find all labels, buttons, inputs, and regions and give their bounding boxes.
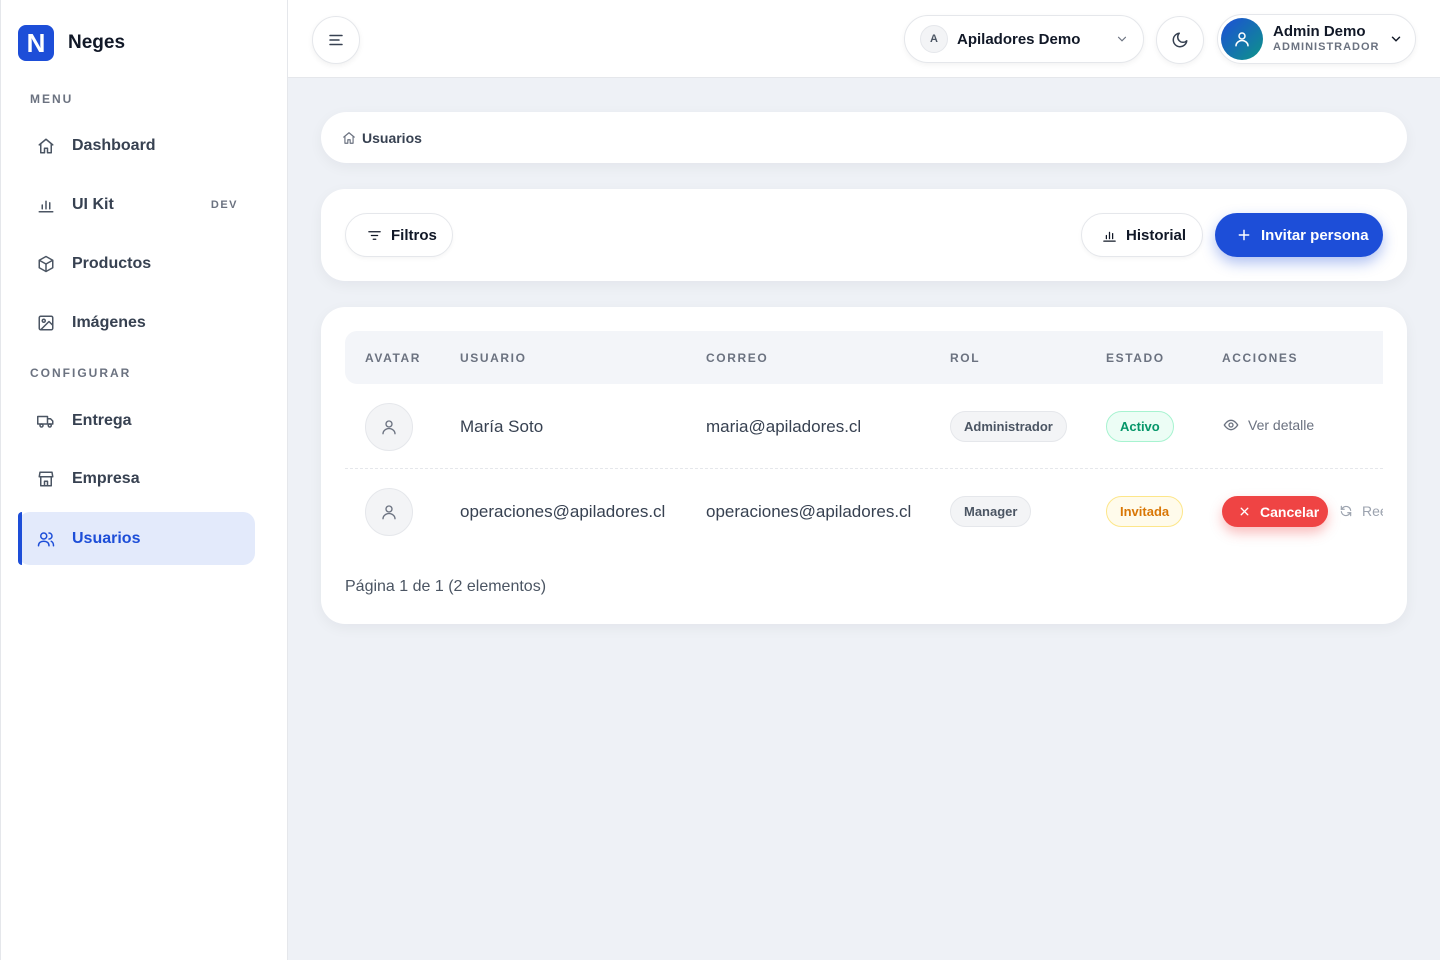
menu-toggle-button[interactable] bbox=[312, 16, 360, 64]
table-row: María Soto maria@apiladores.cl Administr… bbox=[345, 384, 1383, 469]
status-badge: Invitada bbox=[1106, 496, 1184, 527]
column-header-rol[interactable]: ROL bbox=[950, 351, 980, 365]
role-badge: Manager bbox=[950, 496, 1032, 527]
store-icon bbox=[37, 470, 55, 488]
column-header-estado[interactable]: ESTADO bbox=[1106, 351, 1165, 365]
home-icon[interactable] bbox=[342, 131, 356, 145]
avatar bbox=[365, 488, 413, 536]
filter-icon bbox=[367, 228, 382, 243]
dev-badge: DEV bbox=[210, 198, 238, 211]
brand[interactable]: N Neges bbox=[18, 25, 125, 61]
pagination-info: Página 1 de 1 (2 elementos) bbox=[345, 578, 547, 595]
column-header-avatar: AVATAR bbox=[365, 351, 422, 365]
invite-label: Invitar persona bbox=[1261, 226, 1369, 244]
avatar bbox=[365, 403, 413, 451]
sidebar-item-label: Entrega bbox=[72, 411, 132, 429]
chart-icon bbox=[1102, 228, 1117, 243]
sidebar-item-entrega[interactable]: Entrega bbox=[18, 394, 255, 447]
company-name: Apiladores Demo bbox=[957, 30, 1081, 48]
user-avatar bbox=[1221, 18, 1263, 60]
table-row: operaciones@apiladores.cl operaciones@ap… bbox=[345, 469, 1383, 554]
sidebar-item-label: Imágenes bbox=[72, 313, 146, 331]
image-icon bbox=[37, 314, 55, 332]
invite-person-button[interactable]: Invitar persona bbox=[1215, 213, 1383, 257]
brand-logo: N bbox=[18, 25, 54, 61]
sidebar-item-ui-kit[interactable]: UI Kit DEV bbox=[18, 178, 255, 231]
refresh-icon bbox=[1339, 504, 1353, 518]
theme-toggle-button[interactable] bbox=[1156, 16, 1204, 64]
sidebar-item-label: Usuarios bbox=[72, 529, 141, 547]
close-icon bbox=[1238, 505, 1251, 518]
resend-label: Ree bbox=[1362, 503, 1383, 519]
sidebar-item-productos[interactable]: Productos bbox=[18, 237, 255, 290]
toolbar: Filtros Historial Invitar persona bbox=[321, 189, 1407, 281]
menu-icon bbox=[327, 31, 345, 49]
filters-button[interactable]: Filtros bbox=[345, 213, 453, 257]
top-header: A Apiladores Demo Admin Demo ADMINISTRAD… bbox=[288, 0, 1440, 78]
cancel-label: Cancelar bbox=[1260, 503, 1320, 520]
sidebar-item-usuarios[interactable]: Usuarios bbox=[18, 512, 255, 565]
sidebar: N Neges MENU Dashboard UI Kit DEV Produc… bbox=[0, 0, 288, 960]
users-table-card: AVATAR USUARIO CORREO ROL ESTADO ACCIONE… bbox=[321, 307, 1407, 624]
sidebar-item-label: Empresa bbox=[72, 469, 140, 487]
moon-icon bbox=[1171, 31, 1189, 49]
home-icon bbox=[37, 137, 55, 155]
user-info: Admin Demo ADMINISTRADOR bbox=[1273, 24, 1380, 54]
cancel-invite-button[interactable]: Cancelar bbox=[1222, 496, 1328, 527]
sidebar-item-dashboard[interactable]: Dashboard bbox=[18, 119, 255, 172]
breadcrumb-current: Usuarios bbox=[362, 129, 422, 146]
user-role: ADMINISTRADOR bbox=[1273, 41, 1380, 53]
section-label-configurar: CONFIGURAR bbox=[30, 366, 132, 380]
column-header-usuario[interactable]: USUARIO bbox=[460, 351, 527, 365]
filters-label: Filtros bbox=[391, 226, 437, 244]
company-select[interactable]: A Apiladores Demo bbox=[904, 15, 1144, 63]
chevron-down-icon bbox=[1389, 32, 1403, 51]
user-name: Admin Demo bbox=[1273, 23, 1366, 40]
user-name-cell: María Soto bbox=[460, 417, 544, 436]
email-cell: maria@apiladores.cl bbox=[706, 417, 862, 436]
column-header-acciones: ACCIONES bbox=[1222, 351, 1299, 365]
status-badge: Activo bbox=[1106, 411, 1174, 442]
brand-name: Neges bbox=[68, 32, 126, 53]
history-button[interactable]: Historial bbox=[1081, 213, 1203, 257]
eye-icon bbox=[1223, 417, 1239, 433]
plus-icon bbox=[1237, 228, 1251, 242]
breadcrumb: Usuarios bbox=[321, 112, 1407, 163]
user-name-cell: operaciones@apiladores.cl bbox=[460, 502, 666, 521]
view-detail-label: Ver detalle bbox=[1248, 417, 1315, 433]
column-header-correo[interactable]: CORREO bbox=[706, 351, 768, 365]
view-detail-link[interactable]: Ver detalle bbox=[1223, 417, 1314, 433]
sidebar-item-label: Dashboard bbox=[72, 136, 156, 154]
chart-icon bbox=[37, 196, 55, 214]
sidebar-item-empresa[interactable]: Empresa bbox=[18, 452, 255, 505]
history-label: Historial bbox=[1126, 226, 1187, 244]
email-cell: operaciones@apiladores.cl bbox=[706, 502, 912, 521]
box-icon bbox=[37, 255, 55, 273]
sidebar-item-label: UI Kit bbox=[72, 195, 114, 213]
sidebar-item-imagenes[interactable]: Imágenes bbox=[18, 296, 255, 349]
chevron-down-icon bbox=[1115, 32, 1129, 51]
users-icon bbox=[37, 530, 55, 548]
section-label-menu: MENU bbox=[30, 92, 74, 106]
table-header: AVATAR USUARIO CORREO ROL ESTADO ACCIONE… bbox=[345, 331, 1383, 384]
resend-invite-link[interactable]: Ree bbox=[1339, 503, 1383, 519]
user-menu[interactable]: Admin Demo ADMINISTRADOR bbox=[1217, 14, 1416, 64]
truck-icon bbox=[37, 412, 55, 430]
company-avatar: A bbox=[920, 25, 948, 53]
sidebar-item-label: Productos bbox=[72, 254, 152, 272]
role-badge: Administrador bbox=[950, 411, 1067, 442]
